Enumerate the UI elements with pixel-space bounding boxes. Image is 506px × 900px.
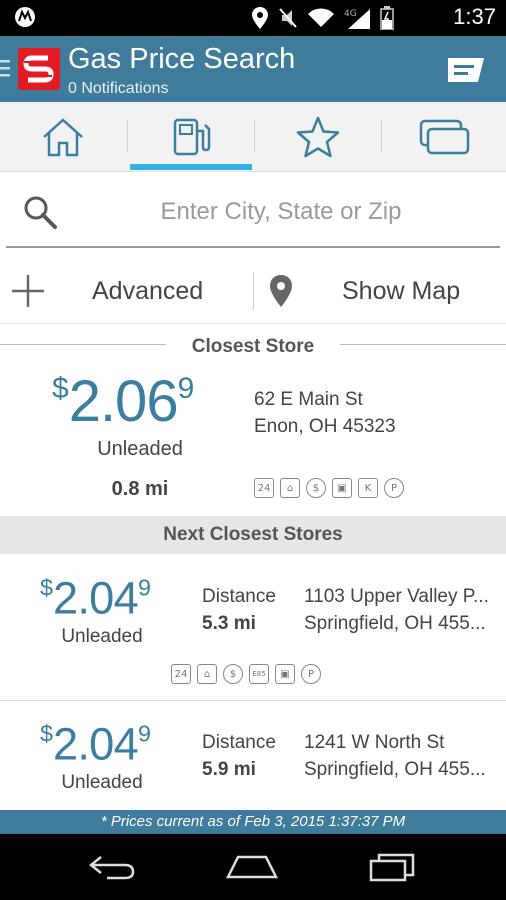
atm-icon: $ [223, 664, 243, 684]
home-button[interactable] [222, 846, 282, 888]
speedway-logo-icon [23, 55, 54, 83]
advanced-button[interactable]: Advanced [10, 258, 240, 324]
action-row: Advanced Show Map [0, 258, 506, 324]
address-line2: Springfield, OH 455... [304, 613, 486, 634]
store-price: $2.049 [40, 718, 151, 770]
search-input[interactable] [76, 190, 486, 234]
price-main: 2.04 [53, 718, 139, 770]
home-nav-icon [225, 855, 279, 879]
divider [0, 700, 506, 701]
map-pin-icon [270, 275, 292, 307]
tab-cards[interactable] [382, 102, 506, 172]
show-map-label: Show Map [342, 276, 461, 305]
fuel-grade: Unleaded [61, 626, 143, 647]
distance-label: Distance [202, 586, 276, 607]
cards-icon [419, 119, 470, 155]
prices-timestamp: * Prices current as of Feb 3, 2015 1:37:… [0, 810, 506, 834]
star-icon [296, 116, 340, 158]
app-bar: Gas Price Search 0 Notifications [0, 36, 506, 102]
parking-icon: P [384, 478, 404, 498]
distance-label: Distance [202, 732, 276, 753]
address-line2: Springfield, OH 455... [304, 759, 486, 780]
wifi-icon [308, 8, 334, 27]
svg-text:4G: 4G [344, 9, 357, 19]
address-line1: 1241 W North St [304, 732, 445, 753]
mute-icon [279, 8, 297, 28]
search-icon[interactable] [22, 194, 58, 230]
signal-icon: 4G [344, 9, 370, 29]
price-currency: $ [52, 372, 69, 405]
amenities: 24 ⌂ $ ▣ K P [254, 478, 404, 498]
tab-bar [0, 102, 506, 172]
parking-icon: P [301, 664, 321, 684]
price-currency: $ [40, 575, 54, 601]
system-nav-bar [0, 834, 506, 900]
status-bar: 4G 1:37 [0, 0, 506, 36]
plus-icon [12, 275, 44, 307]
distance-value: 5.3 mi [202, 613, 256, 634]
status-time: 1:37 [453, 4, 496, 29]
home-icon [43, 118, 83, 157]
battery-icon [380, 6, 394, 30]
gas-pump-icon [173, 118, 211, 156]
diesel-icon: ▣ [275, 664, 295, 684]
location-icon [252, 7, 268, 29]
recents-button[interactable] [362, 846, 422, 888]
car-wash-icon: ⌂ [280, 478, 300, 498]
open-24-icon: 24 [254, 478, 274, 498]
notifications-count[interactable]: 0 Notifications [68, 80, 169, 98]
address-line1: 1103 Upper Valley P... [304, 586, 489, 607]
tab-gas-prices[interactable] [128, 102, 254, 172]
action-separator [253, 272, 254, 310]
status-icons: 4G [252, 6, 394, 30]
price-main: 2.04 [53, 572, 139, 624]
search-bar [6, 180, 500, 248]
price-tenth: 9 [137, 575, 151, 601]
distance-value: 0.8 mi [111, 478, 169, 500]
atm-icon: $ [306, 478, 326, 498]
fuel-grade: Unleaded [61, 772, 143, 793]
open-24-icon: 24 [171, 664, 191, 684]
address: 1241 W North St Springfield, OH 455... [304, 729, 500, 783]
back-icon [88, 856, 135, 880]
motorola-logo-icon [15, 7, 35, 27]
distance-value: 5.9 mi [202, 759, 256, 780]
back-button[interactable] [82, 846, 142, 888]
show-map-button[interactable]: Show Map [270, 258, 496, 324]
fuel-grade: Unleaded [97, 438, 183, 460]
messages-icon[interactable] [446, 56, 486, 84]
closest-price: $2.069 [52, 368, 194, 435]
distance-block: Distance 5.3 mi [202, 583, 296, 637]
car-wash-icon: ⌂ [197, 664, 217, 684]
diesel-icon: ▣ [332, 478, 352, 498]
recents-icon [369, 853, 415, 882]
price-tenth: 9 [177, 372, 195, 405]
speedway-logo[interactable] [18, 48, 60, 90]
drawer-indicator-icon[interactable] [0, 58, 12, 78]
advanced-label: Advanced [92, 276, 204, 305]
tab-home[interactable] [0, 102, 126, 172]
address-line1: 62 E Main St [254, 389, 363, 410]
price-main: 2.06 [68, 369, 179, 434]
next-closest-header: Next Closest Stores [0, 516, 506, 554]
address: 1103 Upper Valley P... Springfield, OH 4… [304, 583, 500, 637]
closest-store-header: Closest Store [0, 330, 506, 362]
price-currency: $ [40, 721, 54, 747]
distance-block: Distance 5.9 mi [202, 729, 296, 783]
address-line2: Enon, OH 45323 [254, 416, 396, 437]
address: 62 E Main St Enon, OH 45323 [254, 386, 494, 440]
amenities: 24 ⌂ $ E85 ▣ P [171, 664, 321, 684]
e85-icon: E85 [249, 664, 269, 684]
tab-favorites[interactable] [255, 102, 381, 172]
price-tenth: 9 [137, 721, 151, 747]
store-price: $2.049 [40, 572, 151, 624]
app-title: Gas Price Search [68, 43, 296, 75]
kwik-icon: K [358, 478, 378, 498]
closest-store-title: Closest Store [191, 336, 315, 357]
